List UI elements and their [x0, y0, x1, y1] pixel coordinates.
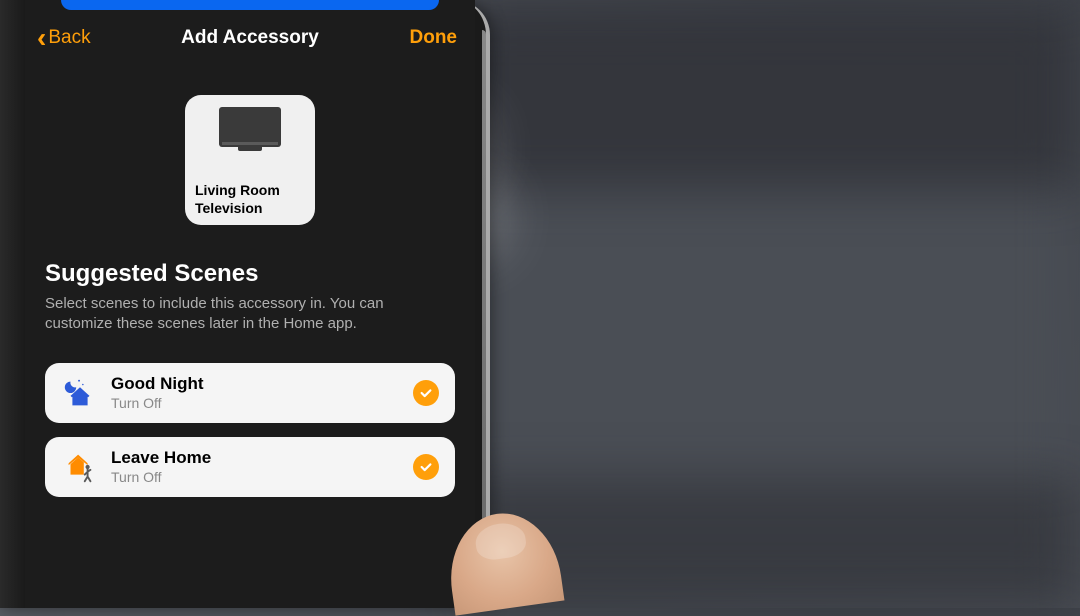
- accessory-name: Living Room Television: [195, 182, 305, 217]
- done-button[interactable]: Done: [410, 27, 458, 49]
- chevron-left-icon: ‹: [37, 24, 46, 52]
- phone-frame: ‹ Back Add Accessory Done Living Room Te…: [0, 0, 490, 608]
- section-heading: Suggested Scenes: [45, 260, 455, 288]
- navigation-bar: ‹ Back Add Accessory Done: [25, 10, 475, 70]
- back-label: Back: [48, 27, 90, 49]
- checkmark-icon: [413, 380, 439, 406]
- notification-bar: [61, 0, 439, 10]
- night-house-icon: [61, 374, 99, 412]
- section-description: Select scenes to include this accessory …: [45, 294, 455, 335]
- scene-title: Leave Home: [111, 448, 413, 468]
- checkmark-icon: [413, 454, 439, 480]
- scene-subtitle: Turn Off: [111, 469, 413, 485]
- page-title: Add Accessory: [181, 27, 319, 49]
- scene-item-leave-home[interactable]: Leave Home Turn Off: [45, 437, 455, 497]
- scene-item-good-night[interactable]: Good Night Turn Off: [45, 363, 455, 423]
- accessory-tile[interactable]: Living Room Television: [185, 95, 315, 225]
- scene-subtitle: Turn Off: [111, 395, 413, 411]
- back-button[interactable]: ‹ Back: [37, 24, 91, 52]
- scene-title: Good Night: [111, 374, 413, 394]
- leave-house-icon: [61, 448, 99, 486]
- phone-screen: ‹ Back Add Accessory Done Living Room Te…: [25, 0, 475, 608]
- television-icon: [219, 107, 281, 147]
